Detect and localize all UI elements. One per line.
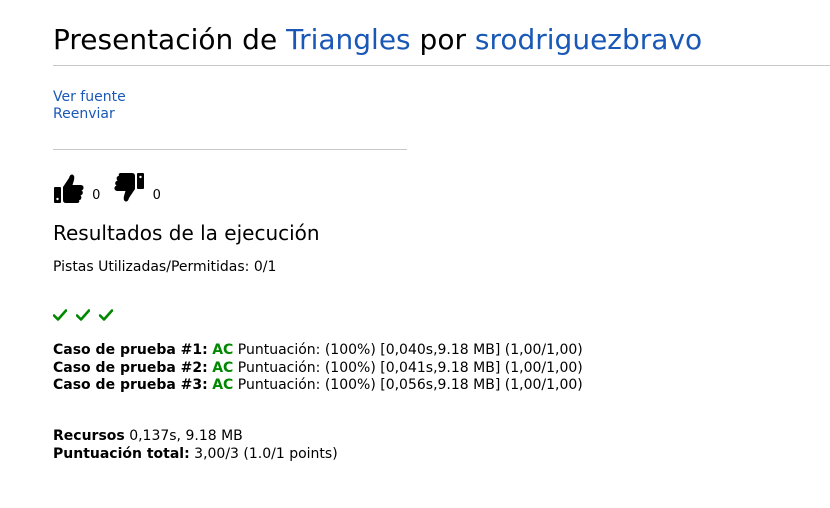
execution-summary: Recursos 0,137s, 9.18 MB Puntuación tota…	[53, 428, 338, 463]
test-case-label: Caso de prueba #1:	[53, 342, 208, 358]
test-case-status: AC	[212, 377, 234, 393]
test-case-detail: Puntuación: (100%) [0,056s,9.18 MB] (1,0…	[237, 377, 583, 393]
test-case-status: AC	[212, 359, 234, 376]
total-score-label: Puntuación total:	[53, 445, 190, 462]
test-case-detail: Puntuación: (100%) [0,040s,9.18 MB] (1,0…	[237, 342, 583, 358]
downvote: 0	[113, 172, 161, 204]
thumbs-down-icon[interactable]	[113, 172, 145, 204]
resubmit-link[interactable]: Reenviar	[53, 106, 126, 123]
test-case-label: Caso de prueba #2:	[53, 359, 208, 376]
page-title: Presentación de Triangles por srodriguez…	[53, 22, 702, 58]
total-score-value: 3,00/3 (1.0/1 points)	[194, 445, 338, 462]
title-connector: por	[419, 23, 466, 56]
check-icon	[75, 306, 94, 325]
results-heading: Resultados de la ejecución	[53, 221, 320, 245]
problem-link[interactable]: Triangles	[286, 23, 411, 56]
thumbs-up-icon[interactable]	[53, 172, 85, 204]
test-case-row: Caso de prueba #1: AC Puntuación: (100%)…	[53, 342, 583, 360]
hints-usage: Pistas Utilizadas/Permitidas: 0/1	[53, 258, 276, 276]
downvote-count: 0	[152, 188, 161, 203]
test-case-list: Caso de prueba #1: AC Puntuación: (100%)…	[53, 342, 583, 395]
test-status-icons	[52, 306, 117, 325]
test-case-status: AC	[212, 342, 234, 358]
hints-value: 0/1	[253, 259, 277, 275]
actions-divider	[53, 149, 407, 150]
title-prefix: Presentación de	[53, 23, 278, 56]
user-link[interactable]: srodriguezbravo	[475, 23, 702, 56]
check-icon	[52, 306, 71, 325]
test-case-label: Caso de prueba #3:	[53, 377, 208, 393]
title-divider	[53, 65, 830, 66]
resources-value: 0,137s, 9.18 MB	[129, 428, 243, 444]
upvote-count: 0	[92, 188, 101, 203]
resources-line: Recursos 0,137s, 9.18 MB	[53, 428, 338, 446]
check-icon	[98, 306, 117, 325]
submission-actions: Ver fuente Reenviar	[53, 89, 126, 123]
total-score-line: Puntuación total: 3,00/3 (1.0/1 points)	[53, 446, 338, 464]
vote-bar: 0 0	[53, 172, 161, 206]
test-case-detail: Puntuación: (100%) [0,041s,9.18 MB] (1,0…	[237, 359, 583, 376]
hints-label: Pistas Utilizadas/Permitidas:	[53, 259, 250, 275]
test-case-row: Caso de prueba #3: AC Puntuación: (100%)…	[53, 377, 583, 395]
test-case-row: Caso de prueba #2: AC Puntuación: (100%)…	[53, 360, 583, 378]
upvote: 0	[53, 172, 100, 204]
resources-label: Recursos	[53, 428, 125, 444]
view-source-link[interactable]: Ver fuente	[53, 89, 126, 106]
